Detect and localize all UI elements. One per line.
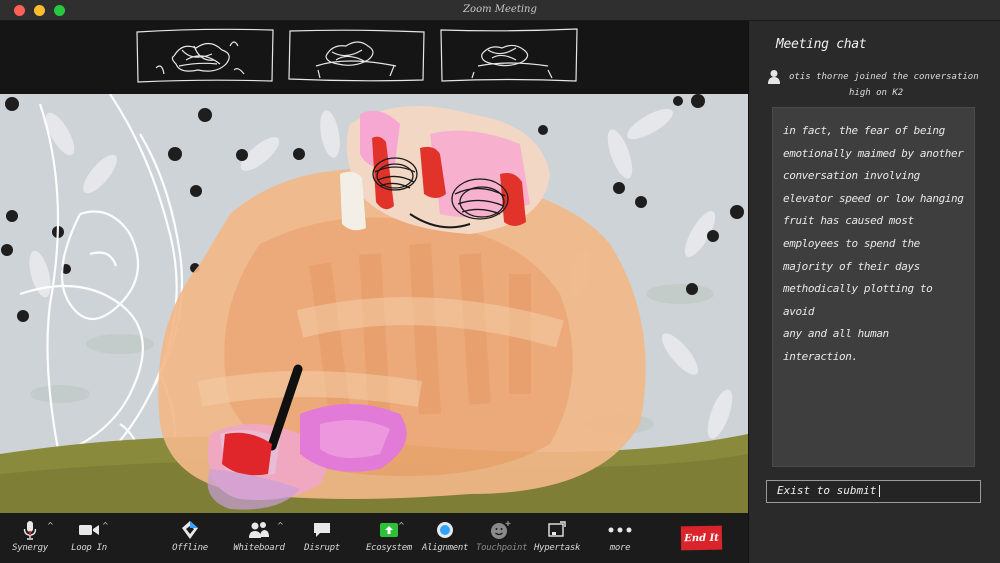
video-camera-icon xyxy=(79,525,99,535)
chevron-up-icon[interactable]: ^ xyxy=(47,521,54,530)
meeting-toolbar: Synergy ^ Loop In ^ Offline Whiteboard ^… xyxy=(0,513,748,563)
participant-thumbnail[interactable] xyxy=(134,26,276,84)
hypertask-button[interactable]: Hypertask xyxy=(534,517,580,553)
title-bar: Zoom Meeting xyxy=(0,0,1000,21)
join-notice-subtext: high on K2 xyxy=(849,88,904,98)
participant-thumbnail-strip xyxy=(0,21,748,94)
main-video-feed xyxy=(0,94,748,513)
touchpoint-button[interactable]: Touchpoint xyxy=(476,517,528,553)
chat-message-line: any and all human interaction. xyxy=(783,327,889,363)
apps-icon xyxy=(548,521,566,537)
record-icon xyxy=(437,522,453,538)
offline-label: Offline xyxy=(172,543,208,553)
offline-button[interactable]: Offline xyxy=(167,517,213,553)
share-screen-icon xyxy=(380,523,398,537)
microphone-icon xyxy=(23,521,37,540)
hypertask-label: Hypertask xyxy=(534,543,581,553)
touchpoint-label: Touchpoint xyxy=(476,543,528,553)
more-label: more xyxy=(609,543,631,553)
end-meeting-button[interactable]: End It xyxy=(680,525,723,551)
synergy-label: Synergy xyxy=(12,543,48,553)
chat-bubble-icon xyxy=(314,523,330,537)
reaction-icon xyxy=(491,521,511,539)
chat-message-line: fruit has caused most xyxy=(783,214,914,228)
join-notice: otis thorne joined the conversation high… xyxy=(767,69,987,99)
disrupt-button[interactable]: Disrupt xyxy=(302,517,342,553)
participants-icon xyxy=(249,522,269,538)
alignment-label: Alignment xyxy=(422,543,469,553)
chat-message-line: majority of their days xyxy=(783,259,920,273)
disrupt-label: Disrupt xyxy=(304,543,340,553)
loop-in-label: Loop In xyxy=(71,543,107,553)
ecosystem-label: Ecosystem xyxy=(365,543,413,553)
window-title: Zoom Meeting xyxy=(463,4,537,15)
user-icon xyxy=(767,69,781,85)
text-caret xyxy=(879,485,881,497)
chat-input-value: Exist to submit xyxy=(777,484,877,497)
ecosystem-button[interactable]: Ecosystem xyxy=(364,517,414,553)
chat-title: Meeting chat xyxy=(776,37,867,52)
chat-message-line: elevator speed or low hanging xyxy=(783,191,964,205)
chat-input[interactable]: Exist to submit xyxy=(766,480,981,503)
chat-message-line: employees to spend the xyxy=(783,236,920,250)
alignment-button[interactable]: Alignment xyxy=(422,517,468,553)
chat-panel: Meeting chat otis thorne joined the conv… xyxy=(748,21,1000,563)
more-button[interactable]: more xyxy=(602,517,638,553)
participant-thumbnail[interactable] xyxy=(286,26,428,84)
chat-message-line: in fact, the fear of being xyxy=(783,124,945,137)
chat-message: in fact, the fear of being emotionally m… xyxy=(772,107,975,467)
chevron-up-icon[interactable]: ^ xyxy=(398,521,405,530)
participant-thumbnail[interactable] xyxy=(438,26,580,84)
chat-message-line: conversation involving xyxy=(783,169,920,183)
chat-message-line: methodically plotting to avoid xyxy=(783,282,933,318)
chat-message-line: emotionally maimed by another xyxy=(783,146,964,160)
chevron-up-icon[interactable]: ^ xyxy=(102,521,109,530)
join-notice-text: otis thorne joined the conversation xyxy=(789,72,979,82)
shield-icon xyxy=(182,521,198,539)
whiteboard-label: Whiteboard xyxy=(233,543,285,553)
chevron-up-icon[interactable]: ^ xyxy=(277,521,284,530)
more-dots-icon xyxy=(608,527,632,533)
